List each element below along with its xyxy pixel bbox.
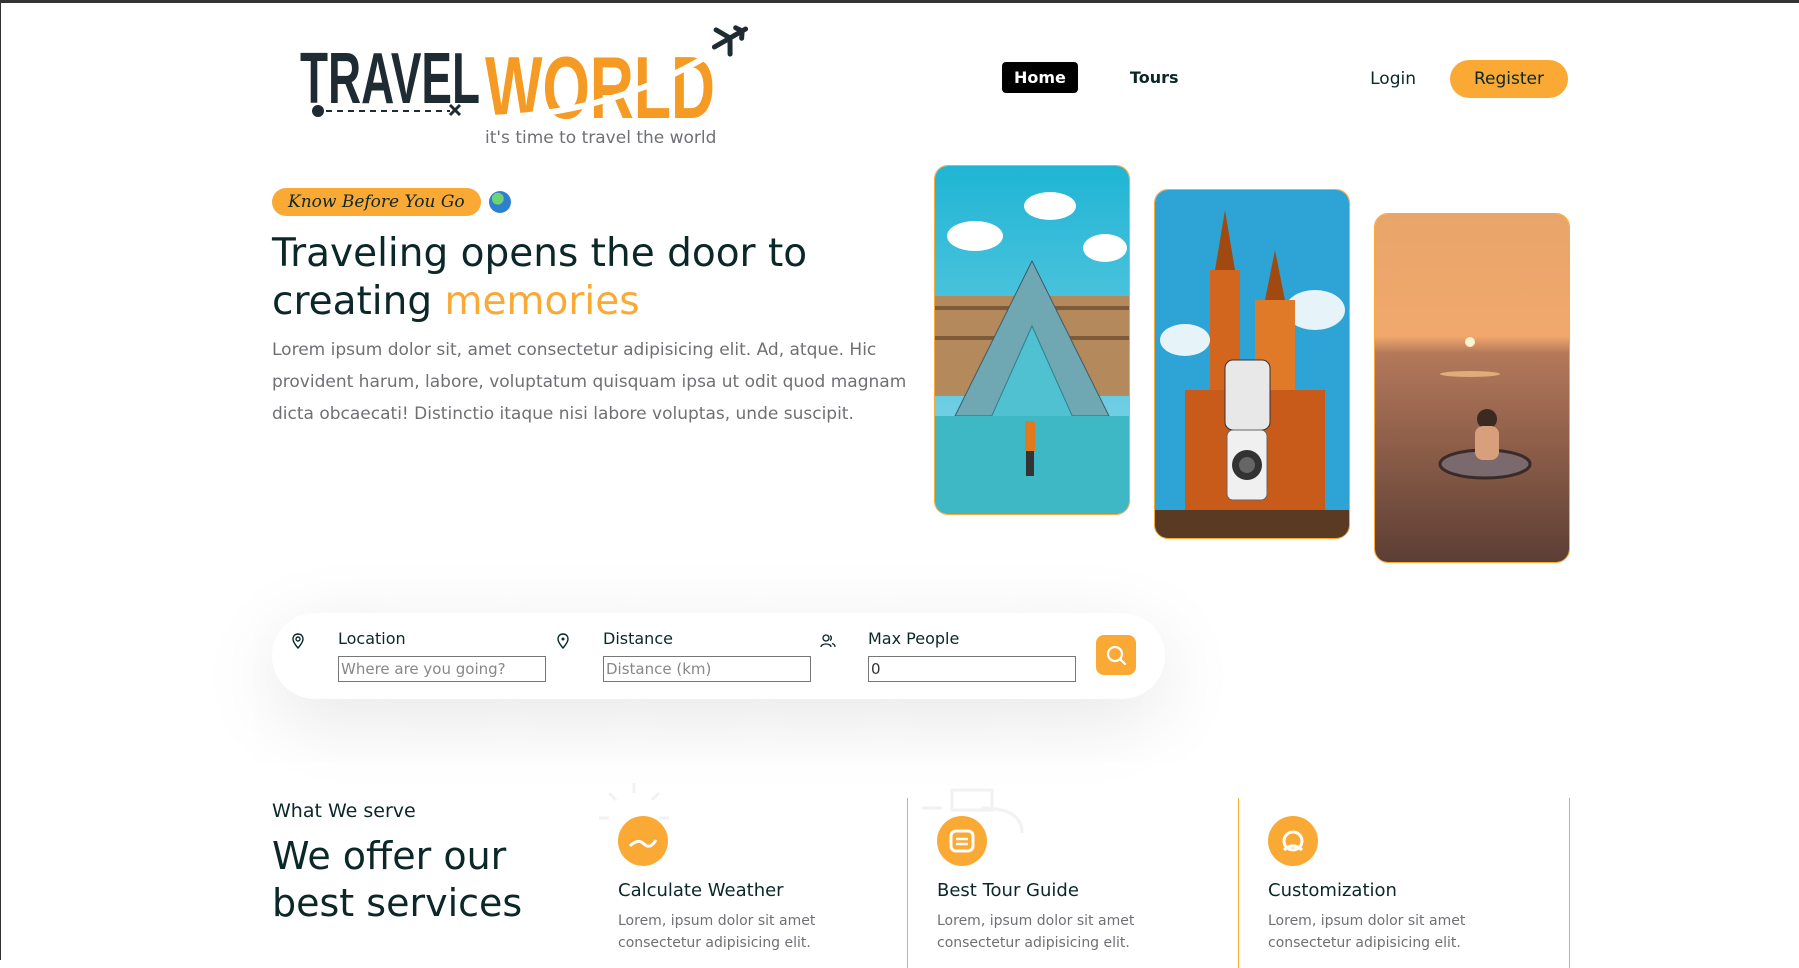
max-people-label: Max People: [868, 629, 960, 648]
hero-title: Traveling opens the door to creating mem…: [272, 230, 912, 326]
map-pin-distance-icon: [557, 633, 569, 649]
service-description: Lorem, ipsum dolor sit amet consectetur …: [1268, 913, 1466, 951]
distance-label: Distance: [603, 629, 673, 648]
service-card-tour-guide: Best Tour Guide Lorem, ipsum dolor sit a…: [907, 788, 1238, 968]
services-subtitle: What We serve: [272, 800, 416, 822]
hero-description: Lorem ipsum dolor sit, amet consectetur …: [272, 340, 907, 424]
search-button[interactable]: [1096, 635, 1136, 675]
hero-badge-row: Know Before You Go: [272, 188, 511, 216]
brand-logo[interactable]: TRAVEL WORLD it's time to travel the wor…: [300, 18, 770, 148]
main-nav: Home Tours: [1002, 62, 1191, 93]
weather-icon: [618, 816, 668, 866]
hero-image-sunset-sea: [1374, 213, 1570, 563]
map-pin-icon: [292, 633, 304, 649]
service-description: Lorem, ipsum dolor sit amet consectetur …: [618, 913, 816, 951]
group-icon: [820, 634, 836, 648]
service-title: Customization: [1268, 880, 1397, 901]
window-left-border: [0, 0, 1, 960]
search-bar: Location Distance Max People: [272, 613, 1165, 699]
hero-title-highlight: memories: [444, 279, 640, 324]
location-input[interactable]: [338, 656, 546, 682]
nav-home[interactable]: Home: [1002, 62, 1078, 93]
service-title: Calculate Weather: [618, 880, 784, 901]
logo-tagline: it's time to travel the world: [485, 128, 716, 148]
max-people-input[interactable]: [868, 656, 1076, 682]
login-button[interactable]: Login: [1370, 69, 1416, 89]
hero-image-louvre: [934, 165, 1130, 515]
service-card-weather: Calculate Weather Lorem, ipsum dolor sit…: [589, 783, 919, 968]
services-title: We offer our best services: [272, 834, 523, 925]
auth-actions: Login Register: [1370, 60, 1568, 98]
register-button[interactable]: Register: [1450, 60, 1568, 98]
hero-image-church: [1154, 189, 1350, 539]
service-description: Lorem, ipsum dolor sit amet consectetur …: [937, 913, 1135, 951]
distance-input[interactable]: [603, 656, 811, 682]
service-title: Best Tour Guide: [937, 880, 1079, 901]
customization-icon: [1268, 816, 1318, 866]
location-label: Location: [338, 629, 406, 648]
hero-badge: Know Before You Go: [272, 188, 481, 216]
logo-text-world: WORLD: [485, 38, 715, 137]
nav-tours[interactable]: Tours: [1118, 62, 1191, 93]
service-card-customization: Customization Lorem, ipsum dolor sit ame…: [1238, 798, 1570, 968]
tour-guide-icon: [937, 816, 987, 866]
search-icon: [1106, 645, 1127, 666]
globe-icon: [488, 191, 511, 213]
window-top-border: [0, 0, 1799, 3]
